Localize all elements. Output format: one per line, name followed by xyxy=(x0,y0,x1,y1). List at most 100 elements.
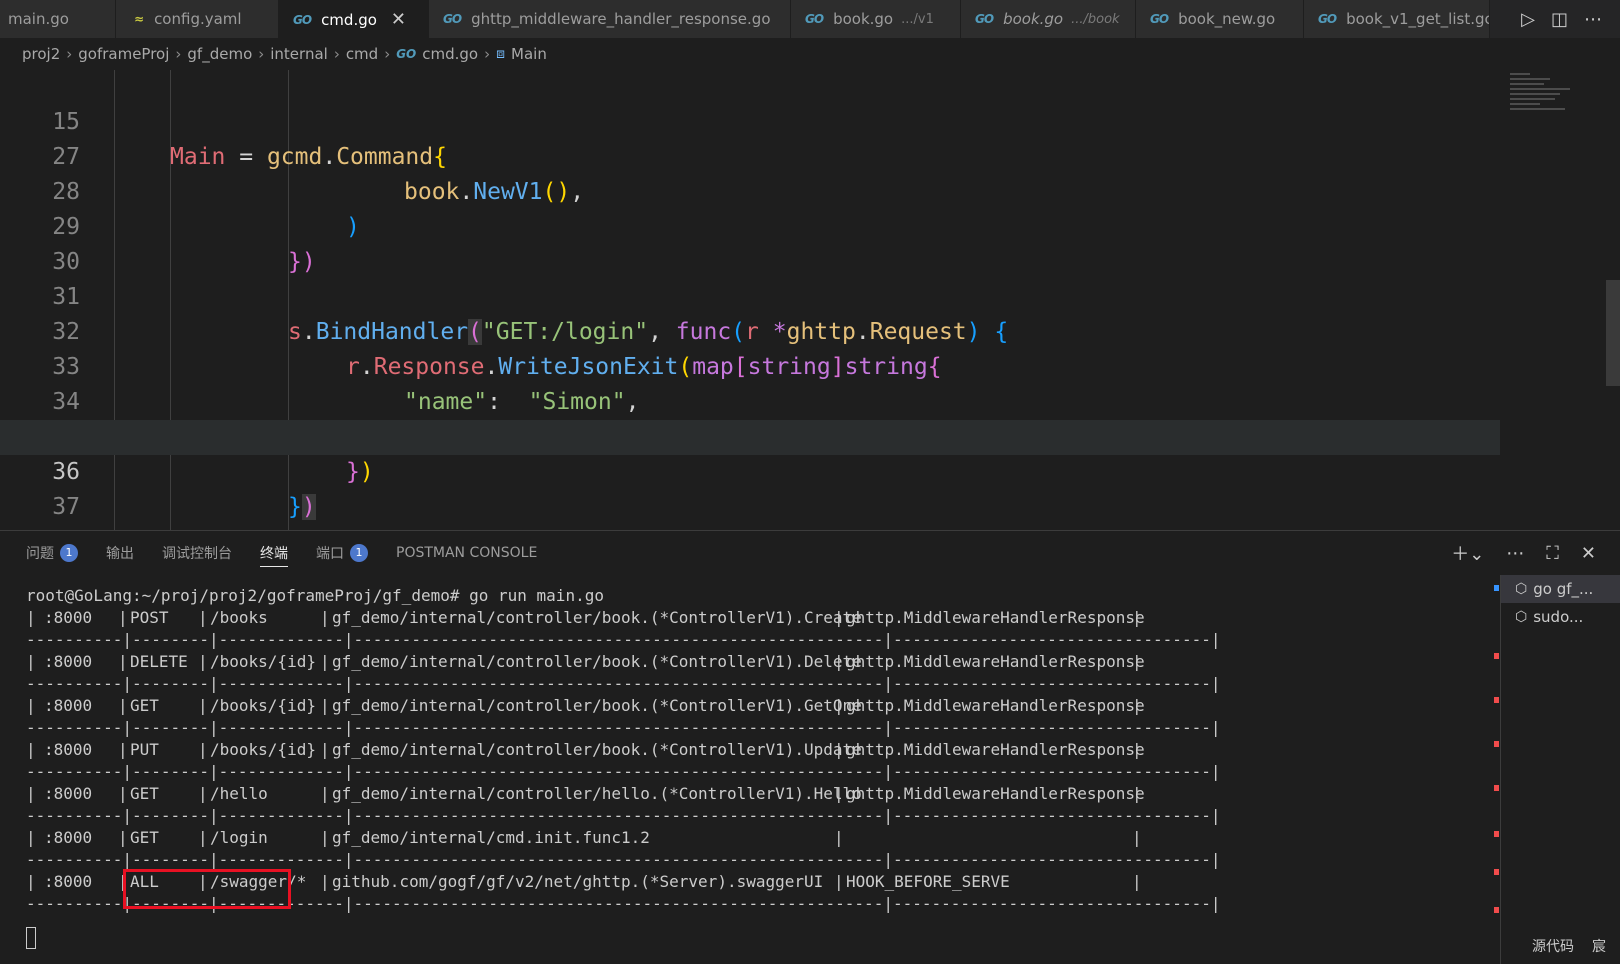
table-cell-method: GET xyxy=(130,828,159,847)
table-cell-method: POST xyxy=(130,608,169,627)
minimap[interactable] xyxy=(1510,70,1580,150)
code-line[interactable]: 38 s.Run() xyxy=(0,490,1500,530)
code-line[interactable]: 34 "value": "gf_demo", xyxy=(0,350,1500,450)
tab-book-v1-get-list[interactable]: GO book_v1_get_list.gc xyxy=(1304,0,1490,38)
breadcrumb: proj2 › goframeProj › gf_demo › internal › c… xyxy=(0,38,1620,70)
code-line[interactable]: 28 ) xyxy=(0,140,1500,240)
table-cell-addr: :8000 xyxy=(44,784,93,803)
table-cell-middleware: ghttp.MiddlewareHandlerResponse xyxy=(846,740,1145,759)
terminal-session[interactable]: ⬡ sudo... xyxy=(1501,603,1620,631)
more-actions-icon[interactable]: ⋯ xyxy=(1506,543,1524,564)
new-terminal-icon[interactable]: ＋⌄ xyxy=(1451,540,1484,566)
table-cell-middleware: ghttp.MiddlewareHandlerResponse xyxy=(846,652,1145,671)
tab-book-go-v1[interactable]: GO book.go .../v1 xyxy=(791,0,961,38)
table-cell-route: /hello xyxy=(210,784,268,803)
run-icon[interactable]: ▷ xyxy=(1521,9,1535,30)
terminal-output[interactable]: root@GoLang:~/proj/proj2/goframeProj/gf_… xyxy=(0,575,1490,964)
column-divider: | xyxy=(320,828,330,847)
status-text[interactable]: 宸 xyxy=(1592,936,1606,956)
table-row: | | | | | |:8000 PUT/books/{id} gf_demo/interna… xyxy=(26,739,1146,761)
breadcrumb-item[interactable]: cmd xyxy=(346,45,378,63)
chevron-right-icon: › xyxy=(384,45,391,63)
table-cell-method: DELETE xyxy=(130,652,188,671)
terminal-session[interactable]: ⬡ go gf_... xyxy=(1501,575,1620,603)
tab-ports[interactable]: 端口 1 xyxy=(316,531,368,575)
maximize-panel-icon[interactable]: ⛶ xyxy=(1546,543,1559,564)
go-icon: GO xyxy=(396,47,417,61)
tab-label: POSTMAN CONSOLE xyxy=(396,545,538,561)
table-cell-handler: gf_demo/internal/controller/book.(*Contr… xyxy=(332,652,862,671)
table-row: | | | | | |:8000 DELETE/books/{id} gf_demo/inte… xyxy=(26,651,1146,673)
editor-scrollbar[interactable] xyxy=(1606,280,1620,386)
breadcrumb-item[interactable]: proj2 xyxy=(22,45,60,63)
column-divider: | xyxy=(118,652,128,671)
code-line[interactable]: 15 Main = gcmd.Command{ xyxy=(0,70,1500,170)
code-line[interactable]: 35 }) xyxy=(0,385,1500,485)
tab-ghttp-middleware[interactable]: GO ghttp_middleware_handler_response.go xyxy=(429,0,791,38)
tab-postman-console[interactable]: POSTMAN CONSOLE xyxy=(396,531,537,575)
column-divider: | xyxy=(118,608,128,627)
column-divider: | xyxy=(198,696,208,715)
tab-description: .../v1 xyxy=(901,11,934,27)
column-divider: | xyxy=(26,872,36,891)
table-row: | | | | | |:8000 POST/books gf_demo/internal/co… xyxy=(26,607,1146,629)
code-line[interactable]: 29 }) xyxy=(0,175,1500,275)
panel-actions: ＋⌄ ⋯ ⛶ ✕ xyxy=(1451,531,1596,575)
tab-label: 问题 xyxy=(26,546,54,562)
tab-book-go-book[interactable]: GO book.go .../book xyxy=(961,0,1136,38)
tab-terminal[interactable]: 终端 xyxy=(260,531,288,575)
code-line[interactable]: 30 xyxy=(0,210,1500,275)
column-divider: | xyxy=(198,828,208,847)
tab-main-go[interactable]: main.go xyxy=(0,0,116,38)
code-line[interactable]: 32 r.Response.WriteJsonExit(map[string]s… xyxy=(0,280,1500,380)
breadcrumb-item[interactable]: Main xyxy=(511,45,547,63)
tab-label: config.yaml xyxy=(154,10,242,28)
split-editor-icon[interactable]: ◫ xyxy=(1551,9,1568,30)
table-cell-method: GET xyxy=(130,784,159,803)
tab-debug-console[interactable]: 调试控制台 xyxy=(162,531,232,575)
tab-book-new-go[interactable]: GO book_new.go xyxy=(1136,0,1304,38)
column-divider: | xyxy=(320,696,330,715)
breadcrumb-item[interactable]: goframeProj xyxy=(78,45,169,63)
code-line[interactable]: 27 book.NewV1(), xyxy=(0,105,1500,205)
code-line[interactable]: 37 xyxy=(0,455,1500,520)
breadcrumb-item[interactable]: cmd.go xyxy=(422,45,478,63)
tab-label: 端口 xyxy=(316,546,344,562)
table-separator: ----------|--------|-------------|------… xyxy=(26,762,1221,781)
column-divider: | xyxy=(26,652,36,671)
close-icon[interactable]: ✕ xyxy=(391,10,406,29)
code-editor[interactable]: 15 Main = gcmd.Command{ 27 book.NewV1(),… xyxy=(0,70,1620,530)
tab-label: cmd.go xyxy=(321,10,377,29)
code-line[interactable]: 31 s.BindHandler("GET:/login", func(r *g… xyxy=(0,245,1500,345)
status-text[interactable]: 源代码 xyxy=(1532,936,1574,956)
tab-output[interactable]: 输出 xyxy=(106,531,134,575)
tab-label: 调试控制台 xyxy=(162,546,232,562)
tab-cmd-go[interactable]: GO cmd.go ✕ xyxy=(279,0,429,38)
tab-label: book_new.go xyxy=(1178,10,1276,28)
column-divider: | xyxy=(834,872,844,891)
tab-label: book.go xyxy=(1003,10,1064,28)
code-line[interactable]: 33 "name": "Simon", xyxy=(0,315,1500,415)
chevron-right-icon: › xyxy=(258,45,265,63)
more-actions-icon[interactable]: ⋯ xyxy=(1584,9,1602,30)
table-separator: ----------|--------|-------------|------… xyxy=(26,850,1221,869)
column-divider: | xyxy=(118,784,128,803)
go-icon: GO xyxy=(975,12,994,26)
symbol-variable-icon: ⧈ xyxy=(496,46,506,62)
go-icon: GO xyxy=(443,12,462,26)
go-icon: GO xyxy=(293,12,312,27)
table-cell-handler: gf_demo/internal/controller/book.(*Contr… xyxy=(332,696,862,715)
table-cell-middleware: ghttp.MiddlewareHandlerResponse xyxy=(846,696,1145,715)
close-panel-icon[interactable]: ✕ xyxy=(1581,543,1596,564)
code-line-current[interactable]: 36 }) xyxy=(0,420,1500,520)
table-cell-handler: gf_demo/internal/controller/book.(*Contr… xyxy=(332,608,862,627)
breadcrumb-item[interactable]: gf_demo xyxy=(187,45,252,63)
column-divider: | xyxy=(118,740,128,759)
session-label: go gf_... xyxy=(1533,580,1594,598)
tab-config-yaml[interactable]: ≈ config.yaml xyxy=(116,0,279,38)
table-separator: ----------|--------|-------------|------… xyxy=(26,674,1221,693)
terminal-prompt: root@GoLang:~/proj/proj2/goframeProj/gf_… xyxy=(26,586,604,605)
tab-problems[interactable]: 问题 1 xyxy=(26,531,78,575)
table-row: | | | | | |:8000 GET/login gf_demo/internal/cmd… xyxy=(26,827,1146,849)
breadcrumb-item[interactable]: internal xyxy=(270,45,328,63)
